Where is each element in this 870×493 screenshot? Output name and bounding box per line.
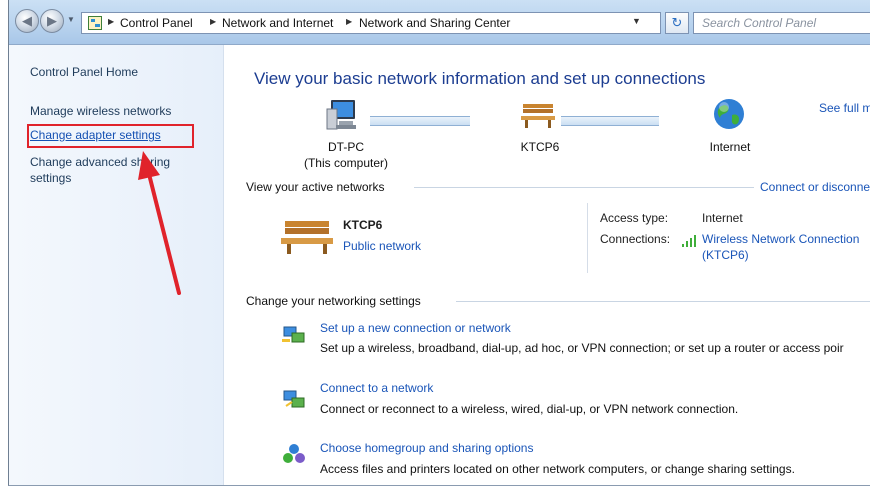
wireless-connection-ssid[interactable]: (KTCP6) bbox=[702, 248, 749, 262]
breadcrumb-separator[interactable]: ▶ bbox=[108, 17, 114, 26]
connect-disconnect-link[interactable]: Connect or disconne bbox=[760, 180, 870, 194]
breadcrumb-network-and-internet[interactable]: Network and Internet bbox=[222, 16, 333, 30]
networking-settings-header: Change your networking settings bbox=[246, 294, 421, 308]
map-internet-label: Internet bbox=[709, 140, 751, 154]
bench-icon[interactable] bbox=[520, 99, 556, 129]
network-folder-icon bbox=[88, 16, 102, 30]
task-new-connection-desc: Set up a wireless, broadband, dial-up, a… bbox=[320, 341, 844, 355]
window: ◀ ▶ ▼ ▶ Control Panel ▶ Network and Inte… bbox=[8, 0, 870, 486]
back-arrow-icon[interactable]: ◀ bbox=[15, 9, 39, 33]
access-type-label: Access type: bbox=[600, 211, 669, 225]
divider bbox=[456, 301, 870, 302]
network-type-link[interactable]: Public network bbox=[343, 239, 421, 253]
bench-icon bbox=[281, 221, 333, 254]
computer-icon[interactable] bbox=[324, 97, 360, 133]
map-connector bbox=[370, 116, 470, 126]
search-input[interactable]: Search Control Panel bbox=[693, 12, 870, 34]
wireless-connection-link[interactable]: Wireless Network Connection bbox=[702, 232, 859, 246]
breadcrumb-separator[interactable]: ▶ bbox=[210, 17, 216, 26]
map-connector bbox=[561, 116, 659, 126]
task-connect-network-link[interactable]: Connect to a network bbox=[320, 381, 433, 395]
breadcrumb-network-sharing-center[interactable]: Network and Sharing Center bbox=[359, 16, 510, 30]
globe-icon[interactable] bbox=[712, 97, 746, 131]
refresh-icon[interactable]: ↻ bbox=[665, 12, 689, 34]
connect-network-icon bbox=[283, 390, 305, 408]
forward-arrow-icon[interactable]: ▶ bbox=[40, 9, 64, 33]
see-full-map-link[interactable]: See full m bbox=[819, 101, 870, 115]
map-network-name: KTCP6 bbox=[520, 140, 560, 154]
signal-bars-icon bbox=[682, 235, 696, 247]
task-homegroup-desc: Access files and printers located on oth… bbox=[320, 462, 795, 476]
breadcrumb-control-panel[interactable]: Control Panel bbox=[120, 16, 193, 30]
address-bar[interactable]: ▶ Control Panel ▶ Network and Internet ▶… bbox=[81, 12, 661, 34]
divider bbox=[587, 203, 588, 273]
network-setup-icon bbox=[282, 326, 305, 343]
active-networks-header: View your active networks bbox=[246, 180, 385, 194]
recent-pages-dropdown[interactable]: ▼ bbox=[67, 15, 77, 27]
homegroup-icon bbox=[283, 444, 305, 463]
navigation-bar: ◀ ▶ ▼ ▶ Control Panel ▶ Network and Inte… bbox=[9, 0, 870, 45]
task-homegroup-link[interactable]: Choose homegroup and sharing options bbox=[320, 441, 533, 455]
access-type-value: Internet bbox=[702, 211, 743, 225]
search-placeholder: Search Control Panel bbox=[702, 16, 817, 30]
main-content: View your basic network information and … bbox=[224, 45, 870, 485]
active-network-name: KTCP6 bbox=[343, 218, 383, 232]
divider bbox=[414, 187, 754, 188]
task-connect-network-desc: Connect or reconnect to a wireless, wire… bbox=[320, 402, 739, 416]
annotation-arrow bbox=[138, 151, 181, 295]
sidebar: Control Panel Home Manage wireless netwo… bbox=[9, 45, 224, 485]
connections-label: Connections: bbox=[600, 232, 671, 246]
task-new-connection-link[interactable]: Set up a new connection or network bbox=[320, 321, 511, 335]
map-computer-sub: (This computer) bbox=[303, 156, 389, 170]
map-computer-name: DT-PC bbox=[328, 140, 364, 154]
breadcrumb-separator[interactable]: ▶ bbox=[346, 17, 352, 26]
address-dropdown-icon[interactable]: ▼ bbox=[632, 16, 641, 26]
page-title: View your basic network information and … bbox=[254, 69, 706, 88]
